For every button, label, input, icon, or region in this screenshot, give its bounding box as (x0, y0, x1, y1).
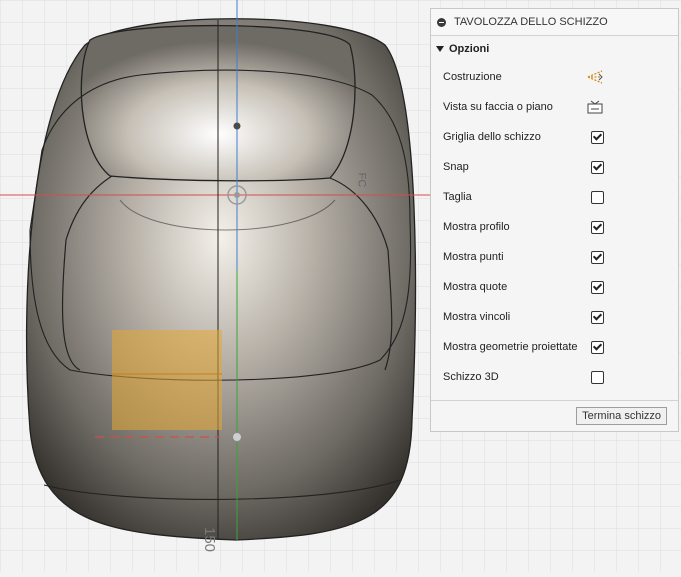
side-label: FC (355, 172, 368, 188)
option-label: Mostra geometrie proiettate (443, 341, 578, 353)
option-checkbox[interactable] (591, 340, 604, 354)
option-label: Mostra quote (443, 281, 508, 293)
triangle-down-icon (436, 46, 444, 52)
panel-header[interactable]: TAVOLOZZA DELLO SCHIZZO (431, 9, 678, 36)
option-checkbox[interactable] (591, 250, 604, 264)
option-label: Mostra profilo (443, 221, 510, 233)
option-row[interactable]: Mostra vincoli (431, 302, 678, 332)
option-checkbox[interactable] (591, 160, 604, 174)
sketch-point[interactable] (233, 122, 241, 130)
option-row[interactable]: Schizzo 3D (431, 362, 678, 392)
option-label: Taglia (443, 191, 472, 203)
option-label: Schizzo 3D (443, 371, 499, 383)
option-row[interactable]: Costruzione (431, 62, 678, 92)
option-checkbox[interactable] (591, 280, 604, 294)
option-row[interactable]: Griglia dello schizzo (431, 122, 678, 152)
option-row[interactable]: Mostra profilo (431, 212, 678, 242)
selected-profile[interactable] (112, 330, 222, 430)
option-row[interactable]: Mostra geometrie proiettate (431, 332, 678, 362)
option-row[interactable]: Taglia (431, 182, 678, 212)
option-row[interactable]: Snap (431, 152, 678, 182)
option-label: Snap (443, 161, 469, 173)
option-row[interactable]: Mostra punti (431, 242, 678, 272)
panel-footer: Termina schizzo (431, 400, 678, 431)
panel-title: TAVOLOZZA DELLO SCHIZZO (454, 16, 608, 28)
sketch-palette-panel: TAVOLOZZA DELLO SCHIZZO Opzioni Costruzi… (430, 8, 679, 432)
option-label: Vista su faccia o piano (443, 101, 553, 113)
option-checkbox[interactable] (591, 130, 604, 144)
construction-icon[interactable] (586, 69, 604, 85)
option-checkbox[interactable] (591, 220, 604, 234)
option-label: Griglia dello schizzo (443, 131, 541, 143)
option-row[interactable]: Vista su faccia o piano (431, 92, 678, 122)
option-checkbox[interactable] (591, 310, 604, 324)
option-checkbox[interactable] (591, 370, 604, 384)
look-at-icon[interactable] (586, 99, 604, 115)
option-label: Mostra punti (443, 251, 504, 263)
section-title: Opzioni (449, 43, 490, 55)
option-label: Mostra vincoli (443, 311, 511, 323)
option-row[interactable]: Mostra quote (431, 272, 678, 302)
options-list: Costruzione Vista su faccia o piano Grigli… (431, 62, 678, 392)
option-checkbox[interactable] (591, 190, 604, 204)
sketch-point[interactable] (232, 432, 242, 442)
finish-sketch-button[interactable]: Termina schizzo (576, 407, 667, 425)
collapse-icon[interactable] (437, 17, 446, 27)
dimension-label: 150 (201, 527, 218, 553)
origin-dot (234, 192, 240, 198)
option-label: Costruzione (443, 71, 502, 83)
options-section-header[interactable]: Opzioni (431, 36, 678, 62)
